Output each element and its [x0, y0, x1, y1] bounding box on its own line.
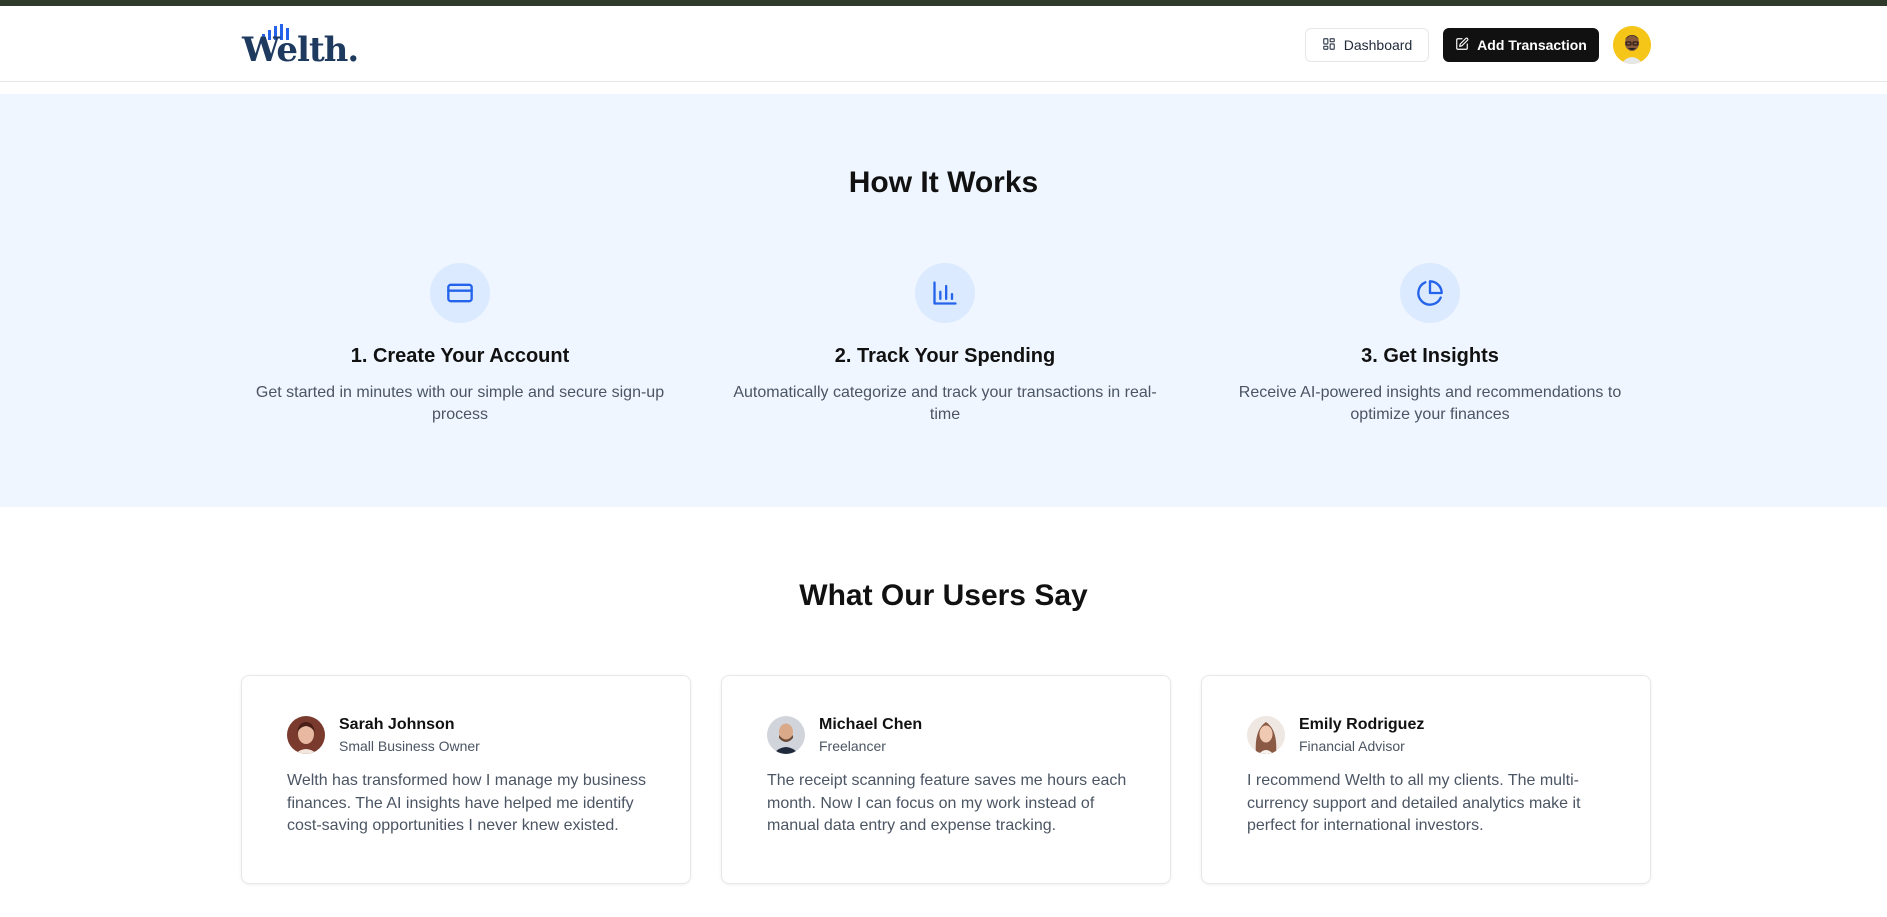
logo[interactable]: Welth. [242, 24, 359, 70]
step-title: 2. Track Your Spending [834, 345, 1056, 367]
pen-square-icon [1455, 37, 1469, 54]
step-description: Automatically categorize and track your … [733, 384, 1157, 423]
pie-chart-icon [1400, 263, 1460, 323]
step-create-account: 1. Create Your Account Get started in mi… [240, 263, 680, 426]
user-avatar[interactable] [1613, 26, 1651, 64]
testimonial-name: Emily Rodriguez [1299, 716, 1425, 733]
credit-card-icon [430, 263, 490, 323]
testimonial-role: Small Business Owner [339, 738, 480, 754]
how-it-works-section: How It Works 1. Create Your Account Get … [0, 94, 1887, 507]
step-track-spending: 2. Track Your Spending Automatically cat… [725, 263, 1165, 426]
avatar [287, 716, 325, 754]
testimonial-name: Sarah Johnson [339, 716, 455, 733]
navbar: Welth. Dashboard Add Transaction [0, 6, 1887, 82]
avatar [767, 716, 805, 754]
add-transaction-button[interactable]: Add Transaction [1443, 28, 1599, 62]
how-it-works-title: How It Works [848, 166, 1039, 199]
testimonial-card: Sarah Johnson Small Business Owner Welth… [241, 675, 691, 884]
testimonial-card: Michael Chen Freelancer The receipt scan… [721, 675, 1171, 884]
testimonial-role: Financial Advisor [1299, 738, 1405, 754]
testimonial-name: Michael Chen [819, 716, 923, 733]
step-description: Get started in minutes with our simple a… [255, 384, 665, 423]
testimonials-title: What Our Users Say [799, 579, 1088, 612]
logo-text: Welth. [242, 30, 359, 70]
dashboard-button-label: Dashboard [1343, 37, 1413, 53]
testimonial-quote: The receipt scanning feature saves me ho… [767, 772, 1127, 834]
step-title: 3. Get Insights [1361, 345, 1499, 367]
testimonial-quote: I recommend Welth to all my clients. The… [1247, 772, 1581, 834]
testimonial-role: Freelancer [819, 738, 886, 754]
layout-dashboard-icon [1322, 37, 1336, 54]
testimonial-card: Emily Rodriguez Financial Advisor I reco… [1201, 675, 1651, 884]
avatar [1247, 716, 1285, 754]
dashboard-button[interactable]: Dashboard [1305, 28, 1429, 62]
step-description: Receive AI-powered insights and recommen… [1238, 384, 1622, 423]
bar-chart-icon [915, 263, 975, 323]
step-title: 1. Create Your Account [350, 345, 570, 367]
testimonial-quote: Welth has transformed how I manage my bu… [287, 772, 646, 834]
step-get-insights: 3. Get Insights Receive AI-powered insig… [1210, 263, 1650, 426]
add-transaction-button-label: Add Transaction [1477, 37, 1587, 53]
